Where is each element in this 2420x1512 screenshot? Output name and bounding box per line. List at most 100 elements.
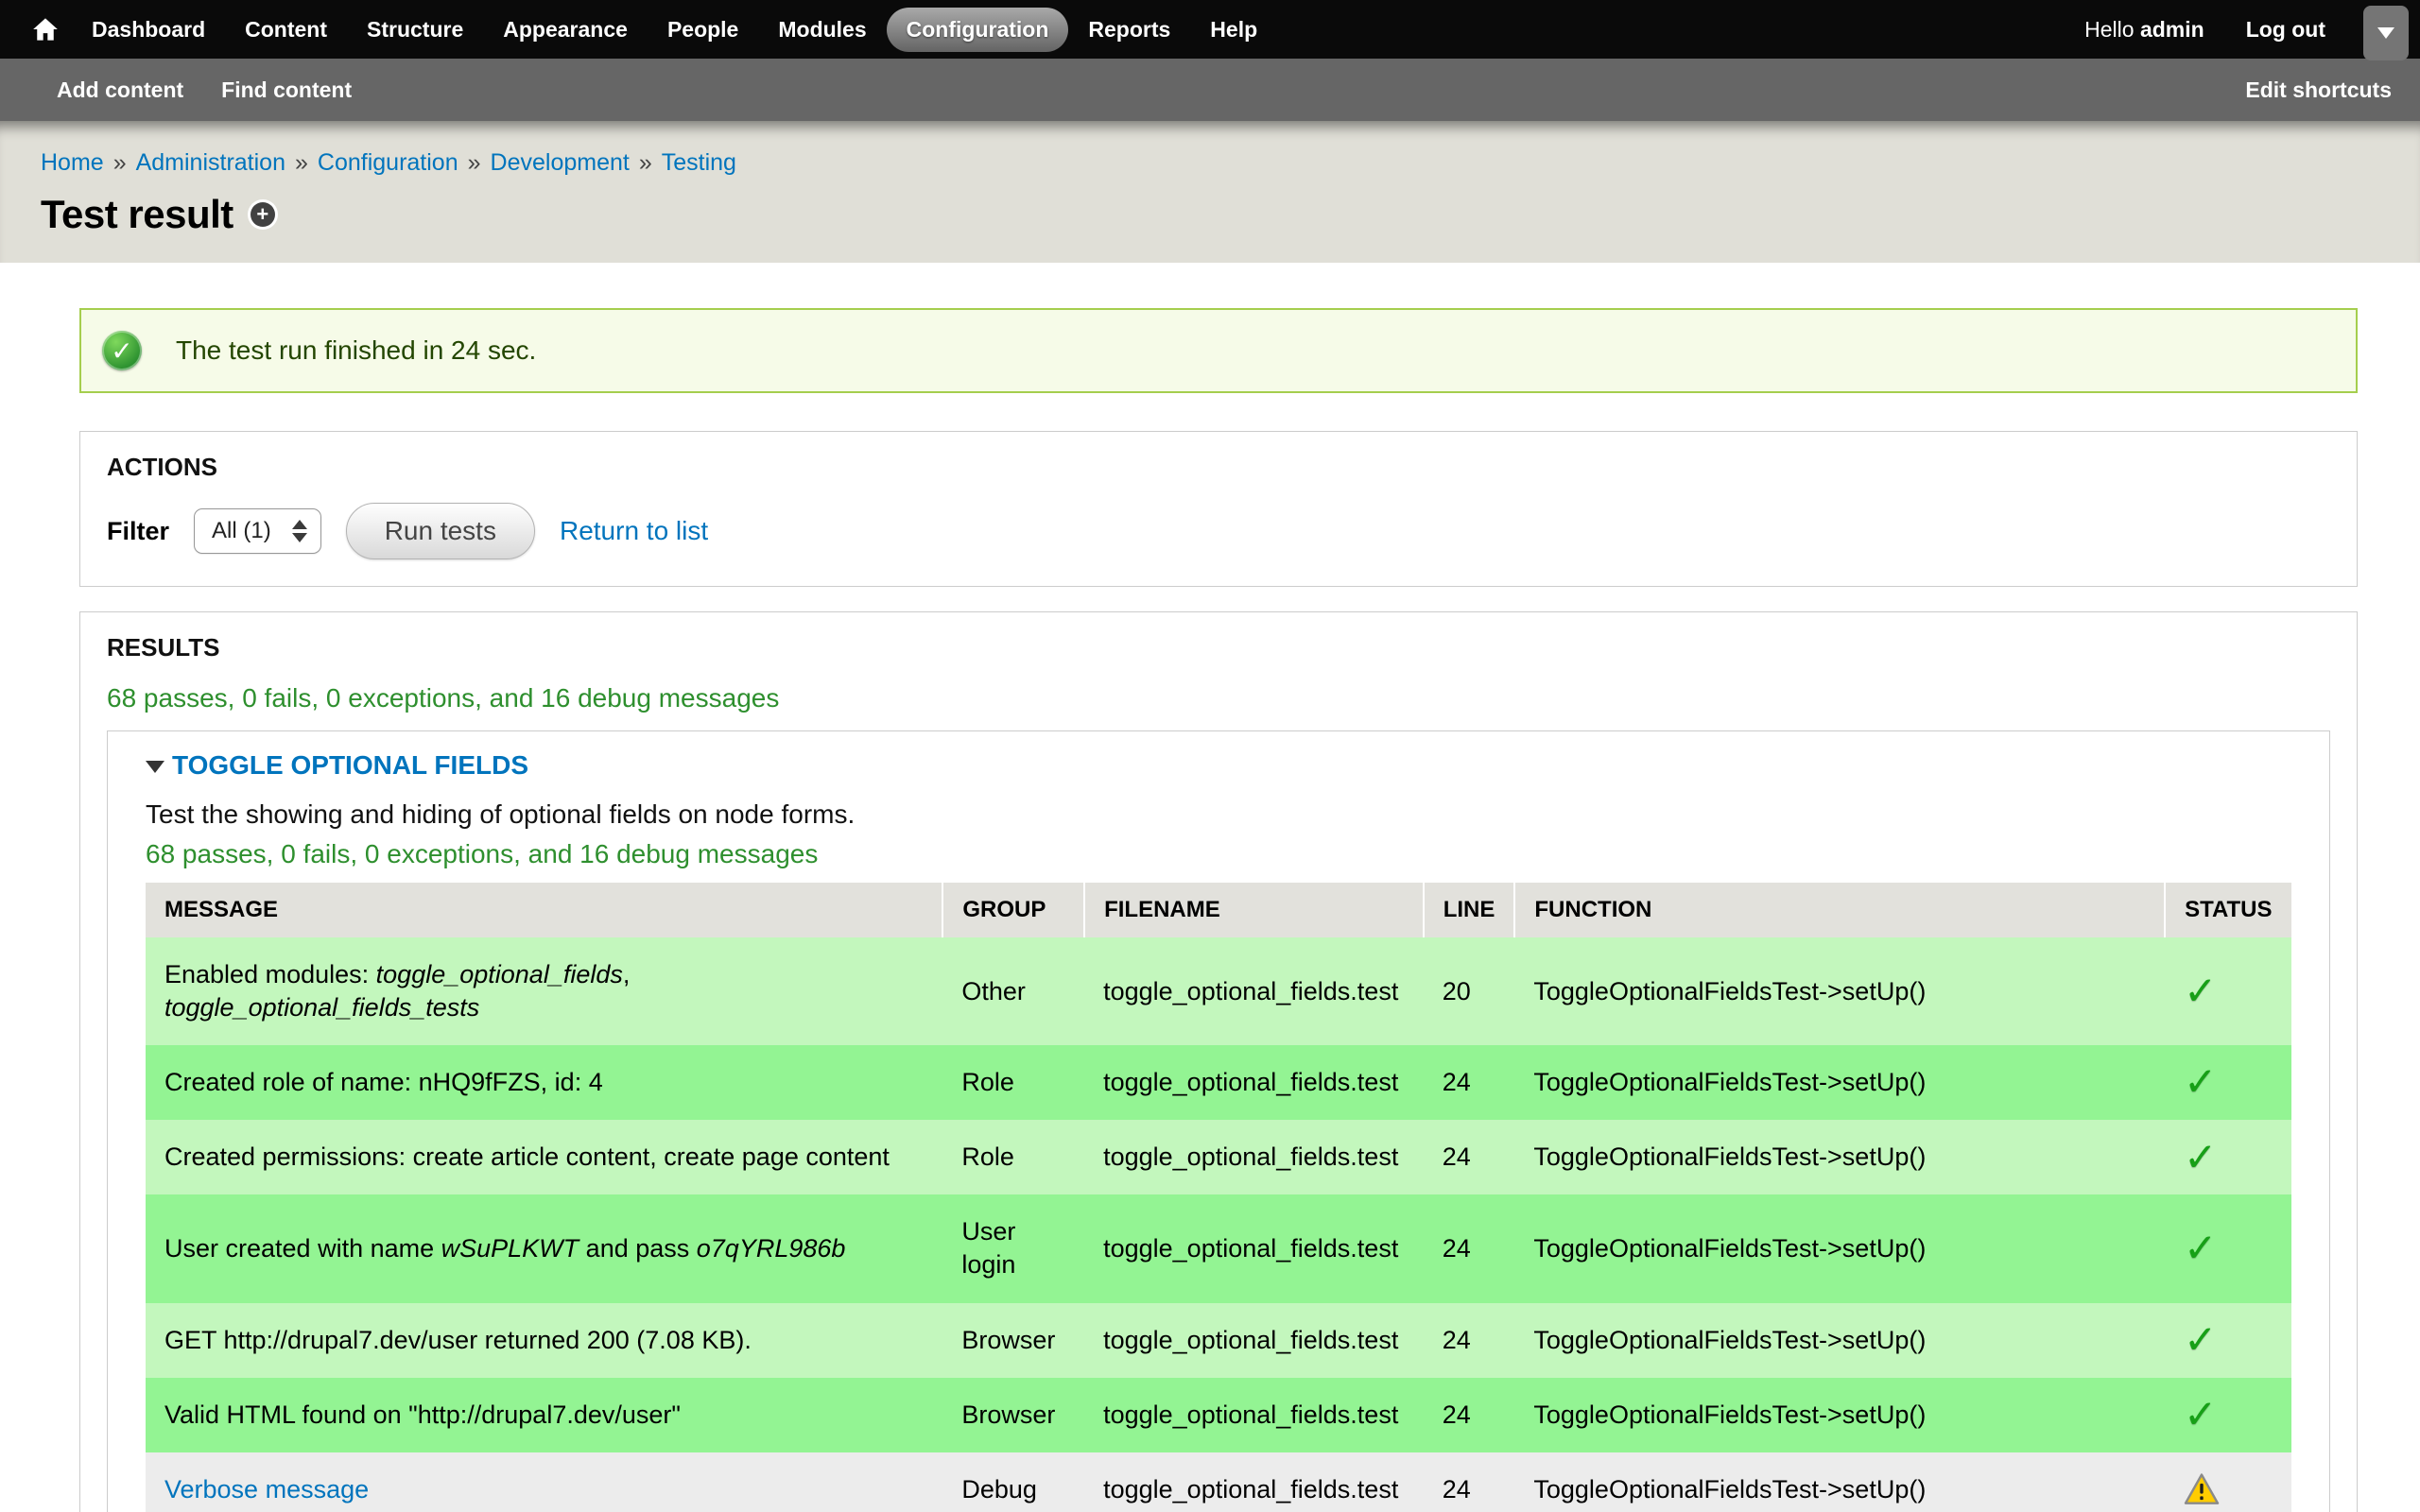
- cell-function: ToggleOptionalFieldsTest->setUp(): [1514, 1303, 2165, 1378]
- pass-check-icon: ✓: [2184, 1391, 2217, 1437]
- cell-status: ✓: [2165, 1303, 2291, 1378]
- column-header-message: MESSAGE: [146, 883, 942, 937]
- cell-filename: toggle_optional_fields.test: [1084, 1045, 1424, 1120]
- breadcrumb: Home » Administration » Configuration » Develo…: [41, 149, 2420, 177]
- actions-fieldset: ACTIONS Filter All (1) Run tests Return …: [79, 431, 2358, 587]
- toolbar-item-reports[interactable]: Reports: [1068, 8, 1190, 52]
- status-message-text: The test run finished in 24 sec.: [176, 335, 536, 366]
- shortcut-items: Add contentFind content: [38, 68, 371, 112]
- select-arrows-icon: [292, 520, 307, 542]
- toolbar-item-configuration[interactable]: Configuration: [887, 8, 1069, 52]
- test-group-title[interactable]: TOGGLE OPTIONAL FIELDS: [172, 750, 528, 781]
- collapse-arrow-icon: [146, 761, 164, 773]
- toolbar-item-appearance[interactable]: Appearance: [483, 8, 648, 52]
- message-text: Enabled modules:: [164, 960, 376, 988]
- toolbar-item-modules[interactable]: Modules: [758, 8, 886, 52]
- home-icon[interactable]: [19, 0, 72, 59]
- cell-filename: toggle_optional_fields.test: [1084, 1378, 1424, 1452]
- cell-message: Enabled modules: toggle_optional_fields,…: [146, 937, 942, 1045]
- logout-link[interactable]: Log out: [2246, 17, 2325, 43]
- cell-message: Created permissions: create article cont…: [146, 1120, 942, 1194]
- toolbar-item-content[interactable]: Content: [225, 8, 347, 52]
- test-group-fieldset: TOGGLE OPTIONAL FIELDS Test the showing …: [107, 730, 2330, 1512]
- cell-function: ToggleOptionalFieldsTest->setUp(): [1514, 937, 2165, 1045]
- toolbar-account-area: Hello admin Log out: [2084, 17, 2401, 43]
- status-ok-icon: ✓: [102, 331, 142, 370]
- page-title: Test result: [41, 192, 233, 237]
- breadcrumb-link-testing[interactable]: Testing: [662, 149, 736, 177]
- column-header-filename: FILENAME: [1084, 883, 1424, 937]
- cell-line: 24: [1424, 1303, 1515, 1378]
- results-legend: RESULTS: [107, 633, 2330, 662]
- pass-check-icon: ✓: [2184, 968, 2217, 1014]
- table-row: GET http://drupal7.dev/user returned 200…: [146, 1303, 2291, 1378]
- message-text: GET http://drupal7.dev/user returned 200…: [164, 1326, 752, 1354]
- results-table: MESSAGEGROUPFILENAMELINEFUNCTIONSTATUS E…: [146, 883, 2291, 1512]
- breadcrumb-separator: »: [113, 149, 127, 177]
- toolbar-item-dashboard[interactable]: Dashboard: [72, 8, 225, 52]
- breadcrumb-link-home[interactable]: Home: [41, 149, 104, 177]
- test-group-legend[interactable]: TOGGLE OPTIONAL FIELDS: [146, 750, 2291, 781]
- breadcrumb-link-development[interactable]: Development: [491, 149, 630, 177]
- filter-select[interactable]: All (1): [194, 508, 321, 554]
- cell-status: ✓: [2165, 937, 2291, 1045]
- cell-status: ✓: [2165, 1194, 2291, 1302]
- breadcrumb-separator: »: [639, 149, 652, 177]
- cell-group: Browser: [942, 1303, 1084, 1378]
- pass-check-icon: ✓: [2184, 1316, 2217, 1363]
- cell-line: 20: [1424, 937, 1515, 1045]
- return-to-list-link[interactable]: Return to list: [560, 516, 708, 546]
- test-group-summary: 68 passes, 0 fails, 0 exceptions, and 16…: [146, 839, 2291, 869]
- table-row: Created role of name: nHQ9fFZS, id: 4Rol…: [146, 1045, 2291, 1120]
- edit-shortcuts-link[interactable]: Edit shortcuts: [2245, 77, 2392, 103]
- table-row: Verbose messageDebugtoggle_optional_fiel…: [146, 1452, 2291, 1512]
- cell-line: 24: [1424, 1378, 1515, 1452]
- results-fieldset: RESULTS 68 passes, 0 fails, 0 exceptions…: [79, 611, 2358, 1512]
- message-text: Valid HTML found on "http://drupal7.dev/…: [164, 1400, 681, 1429]
- breadcrumb-link-configuration[interactable]: Configuration: [318, 149, 458, 177]
- cell-message: User created with name wSuPLKWT and pass…: [146, 1194, 942, 1302]
- table-row: Enabled modules: toggle_optional_fields,…: [146, 937, 2291, 1045]
- cell-function: ToggleOptionalFieldsTest->setUp(): [1514, 1045, 2165, 1120]
- message-text: User created with name: [164, 1234, 441, 1263]
- toolbar-toggle-button[interactable]: [2363, 6, 2409, 60]
- admin-toolbar: DashboardContentStructureAppearancePeopl…: [0, 0, 2420, 59]
- table-row: Created permissions: create article cont…: [146, 1120, 2291, 1194]
- cell-group: Browser: [942, 1378, 1084, 1452]
- cell-filename: toggle_optional_fields.test: [1084, 1452, 1424, 1512]
- cell-group: Role: [942, 1120, 1084, 1194]
- cell-message: Valid HTML found on "http://drupal7.dev/…: [146, 1378, 942, 1452]
- cell-status: ✓: [2165, 1378, 2291, 1452]
- test-group-description: Test the showing and hiding of optional …: [146, 799, 2291, 830]
- add-shortcut-icon[interactable]: +: [251, 202, 275, 227]
- column-header-line: LINE: [1424, 883, 1515, 937]
- cell-function: ToggleOptionalFieldsTest->setUp(): [1514, 1452, 2165, 1512]
- shortcut-item-find-content[interactable]: Find content: [202, 68, 371, 112]
- toolbar-item-structure[interactable]: Structure: [347, 8, 483, 52]
- pass-check-icon: ✓: [2184, 1134, 2217, 1180]
- message-emphasis: toggle_optional_fields_tests: [164, 993, 479, 1022]
- cell-line: 24: [1424, 1452, 1515, 1512]
- chevron-down-icon: [2377, 27, 2394, 39]
- cell-line: 24: [1424, 1120, 1515, 1194]
- message-text: ,: [623, 960, 631, 988]
- cell-filename: toggle_optional_fields.test: [1084, 1120, 1424, 1194]
- filter-select-value: All (1): [212, 518, 271, 543]
- greeting-prefix: Hello: [2084, 17, 2140, 42]
- verbose-message-link[interactable]: Verbose message: [164, 1475, 369, 1503]
- cell-message: Created role of name: nHQ9fFZS, id: 4: [146, 1045, 942, 1120]
- breadcrumb-link-administration[interactable]: Administration: [136, 149, 285, 177]
- main-content: ✓ The test run finished in 24 sec. ACTIO…: [0, 263, 2420, 1512]
- results-summary: 68 passes, 0 fails, 0 exceptions, and 16…: [107, 683, 2330, 713]
- toolbar-item-help[interactable]: Help: [1190, 8, 1277, 52]
- greeting-username: admin: [2140, 17, 2204, 42]
- column-header-group: GROUP: [942, 883, 1084, 937]
- run-tests-button[interactable]: Run tests: [346, 503, 535, 559]
- message-text: Created permissions: create article cont…: [164, 1143, 890, 1171]
- table-row: User created with name wSuPLKWT and pass…: [146, 1194, 2291, 1302]
- breadcrumb-separator: »: [295, 149, 308, 177]
- shortcut-item-add-content[interactable]: Add content: [38, 68, 202, 112]
- page-header-region: Home » Administration » Configuration » Develo…: [0, 121, 2420, 263]
- toolbar-item-people[interactable]: People: [648, 8, 758, 52]
- pass-check-icon: ✓: [2184, 1058, 2217, 1105]
